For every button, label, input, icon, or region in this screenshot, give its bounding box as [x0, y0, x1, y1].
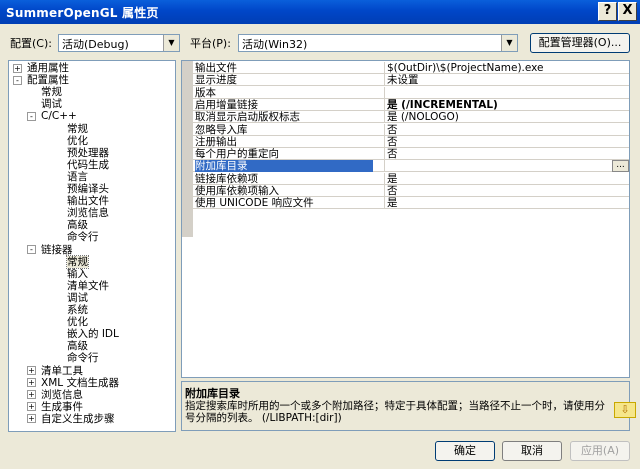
property-name: 输出文件: [195, 62, 237, 74]
property-value[interactable]: 否: [384, 148, 629, 161]
config-value: 活动(Debug): [62, 38, 129, 51]
property-grid[interactable]: 输出文件 $(OutDir)\$(ProjectName).exe 显示进度 未设置版…: [181, 60, 630, 378]
tree-item[interactable]: 优化: [67, 316, 88, 328]
tree-item[interactable]: 通用属性: [27, 62, 69, 74]
tree-item[interactable]: 语言: [67, 171, 88, 183]
category-tree[interactable]: + 通用属性 - 配置属性 常规 调试 - C/C++ 常规 优化 预处理器 代码生成 语言 预编译头 输出…: [8, 60, 176, 432]
property-value[interactable]: 是: [384, 172, 629, 185]
property-name: 使用 UNICODE 响应文件: [195, 197, 314, 210]
tree-item[interactable]: 代码生成: [67, 159, 109, 171]
tree-item[interactable]: 生成事件: [41, 401, 83, 413]
property-value[interactable]: 否: [384, 185, 629, 197]
close-button[interactable]: X: [618, 2, 637, 21]
property-name: 每个用户的重定向: [195, 148, 279, 161]
property-row[interactable]: 显示进度 未设置: [193, 74, 629, 87]
ok-button[interactable]: 确定: [435, 441, 495, 461]
property-row[interactable]: 链接库依赖项 是: [193, 172, 629, 185]
expand-icon[interactable]: +: [27, 390, 36, 400]
property-row[interactable]: 忽略导入库 否: [193, 123, 629, 136]
tree-item[interactable]: 高级: [67, 219, 88, 231]
property-name: 版本: [195, 86, 216, 99]
grid-gutter: [182, 61, 193, 237]
tree-item[interactable]: 调试: [41, 98, 62, 110]
config-manager-button[interactable]: 配置管理器(O)...: [530, 33, 630, 53]
property-value[interactable]: 是: [384, 197, 629, 210]
platform-label: 平台(P):: [190, 37, 231, 50]
property-name: 注册输出: [195, 135, 237, 148]
tree-item[interactable]: 常规: [66, 254, 89, 269]
collapse-icon[interactable]: -: [27, 245, 36, 254]
tree-item[interactable]: 系统: [67, 304, 88, 316]
chevron-down-icon[interactable]: ▼: [501, 35, 517, 51]
tree-item[interactable]: 浏览信息: [67, 207, 109, 219]
property-value[interactable]: 是 (/NOLOGO): [384, 111, 629, 124]
property-name: 显示进度: [195, 74, 237, 87]
tree-item[interactable]: 高级: [67, 340, 88, 352]
tree-item[interactable]: 预编译头: [67, 183, 109, 195]
property-row[interactable]: 附加库目录...: [193, 160, 629, 173]
cancel-button[interactable]: 取消: [502, 441, 562, 461]
property-value[interactable]: [384, 160, 629, 173]
tree-item[interactable]: C/C++: [41, 110, 77, 122]
tree-item[interactable]: 常规: [41, 86, 62, 98]
tree-item[interactable]: 常规: [67, 123, 88, 135]
tree-item[interactable]: 清单文件: [67, 280, 109, 292]
chevron-down-icon[interactable]: ▼: [163, 35, 179, 51]
property-name: 链接库依赖项: [195, 172, 258, 185]
description-title: 附加库目录: [185, 387, 240, 400]
property-row[interactable]: 使用库依赖项输入 否: [193, 185, 629, 197]
property-row[interactable]: 注册输出 否: [193, 135, 629, 148]
tree-item[interactable]: 预处理器: [67, 147, 109, 159]
tree-item[interactable]: 清单工具: [41, 365, 83, 377]
property-value[interactable]: 是 (/INCREMENTAL): [384, 98, 629, 111]
help-button[interactable]: ?: [598, 2, 617, 21]
scroll-down-icon[interactable]: ⇩: [614, 402, 636, 418]
expand-icon[interactable]: +: [27, 378, 36, 388]
property-value[interactable]: 否: [384, 135, 629, 148]
property-value[interactable]: [384, 86, 629, 99]
tree-item[interactable]: 嵌入的 IDL: [67, 328, 119, 340]
property-name: 启用增量链接: [195, 98, 258, 111]
property-name: 使用库依赖项输入: [195, 185, 279, 197]
config-select[interactable]: 活动(Debug) ▼: [58, 34, 180, 52]
property-value[interactable]: $(OutDir)\$(ProjectName).exe: [384, 62, 629, 74]
expand-icon[interactable]: +: [27, 414, 36, 424]
tree-item[interactable]: XML 文档生成器: [41, 377, 119, 389]
tree-item[interactable]: 优化: [67, 135, 88, 147]
expand-icon[interactable]: +: [27, 402, 36, 412]
description-pane: 附加库目录 指定搜索库时所用的一个或多个附加路径；特定于具体配置；当路径不止一个…: [181, 381, 630, 431]
description-text: 指定搜索库时所用的一个或多个附加路径；特定于具体配置；当路径不止一个时，请使用分…: [185, 400, 605, 424]
tree-item[interactable]: 浏览信息: [41, 389, 83, 401]
collapse-icon[interactable]: -: [27, 111, 36, 121]
property-row[interactable]: 输出文件 $(OutDir)\$(ProjectName).exe: [193, 62, 629, 74]
property-name: 附加库目录: [195, 160, 373, 173]
config-label: 配置(C):: [10, 37, 52, 50]
property-name: 忽略导入库: [195, 123, 248, 136]
collapse-icon[interactable]: -: [13, 75, 22, 85]
platform-value: 活动(Win32): [242, 38, 308, 51]
tree-item[interactable]: 命令行: [67, 352, 99, 364]
window-title: SummerOpenGL 属性页: [6, 6, 159, 20]
property-row[interactable]: 启用增量链接 是 (/INCREMENTAL): [193, 98, 629, 111]
platform-select[interactable]: 活动(Win32) ▼: [238, 34, 518, 52]
property-value[interactable]: 否: [384, 123, 629, 136]
tree-item[interactable]: 输入: [67, 268, 88, 280]
tree-item[interactable]: 调试: [67, 292, 88, 304]
tree-item[interactable]: 自定义生成步骤: [41, 413, 115, 425]
property-row[interactable]: 版本: [193, 86, 629, 99]
apply-button[interactable]: 应用(A): [570, 441, 630, 461]
expand-icon[interactable]: +: [27, 366, 36, 375]
browse-button[interactable]: ...: [612, 160, 629, 173]
expand-icon[interactable]: +: [13, 63, 22, 73]
property-value[interactable]: 未设置: [384, 74, 629, 87]
tree-item[interactable]: 链接器: [41, 244, 73, 256]
tree-item[interactable]: 命令行: [67, 231, 99, 243]
property-row[interactable]: 每个用户的重定向 否: [193, 148, 629, 161]
property-row[interactable]: 使用 UNICODE 响应文件 是: [193, 197, 629, 210]
property-name: 取消显示启动版权标志: [195, 111, 300, 124]
tree-item[interactable]: 输出文件: [67, 195, 109, 207]
tree-item[interactable]: 配置属性: [27, 74, 69, 86]
title-bar: SummerOpenGL 属性页 ? X: [0, 0, 640, 24]
property-row[interactable]: 取消显示启动版权标志 是 (/NOLOGO): [193, 111, 629, 124]
